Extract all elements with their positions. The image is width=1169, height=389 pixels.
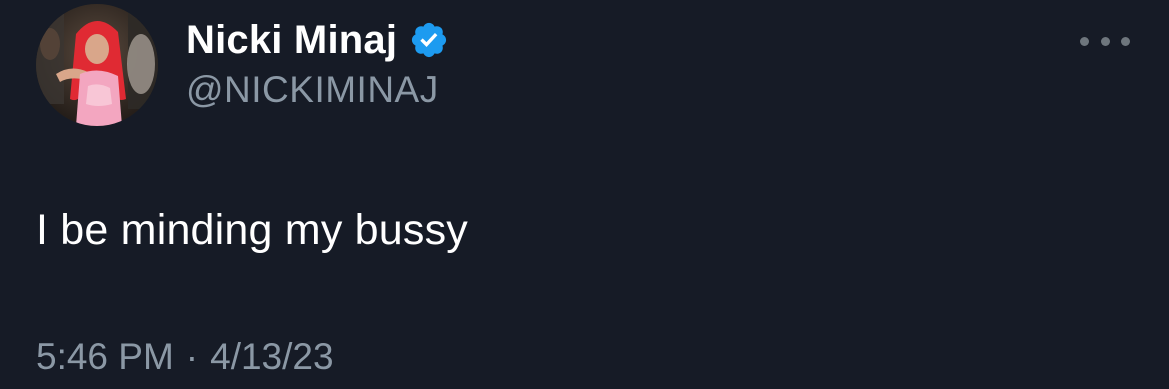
tweet-date[interactable]: 4/13/23 bbox=[210, 332, 333, 382]
timestamp-separator: · bbox=[185, 336, 199, 377]
author-handle[interactable]: @NICKIMINAJ bbox=[186, 66, 439, 114]
more-horizontal-icon-dot bbox=[1080, 36, 1089, 46]
author-row: Nicki Minaj bbox=[186, 14, 449, 66]
tweet-card: Nicki Minaj @NICKIMINAJ I be minding my … bbox=[0, 0, 1169, 389]
tweet-text: I be minding my bussy bbox=[36, 206, 468, 254]
avatar[interactable] bbox=[36, 4, 158, 126]
display-name[interactable]: Nicki Minaj bbox=[186, 14, 397, 66]
avatar-image bbox=[36, 4, 158, 126]
more-horizontal-icon-dot bbox=[1121, 36, 1130, 46]
more-options-button[interactable] bbox=[1080, 26, 1130, 56]
timestamp[interactable]: 5:46 PM · 4/13/23 bbox=[36, 332, 334, 382]
verified-badge-icon[interactable] bbox=[409, 20, 449, 60]
more-horizontal-icon-dot bbox=[1100, 36, 1110, 46]
tweet-time[interactable]: 5:46 PM bbox=[36, 332, 174, 382]
